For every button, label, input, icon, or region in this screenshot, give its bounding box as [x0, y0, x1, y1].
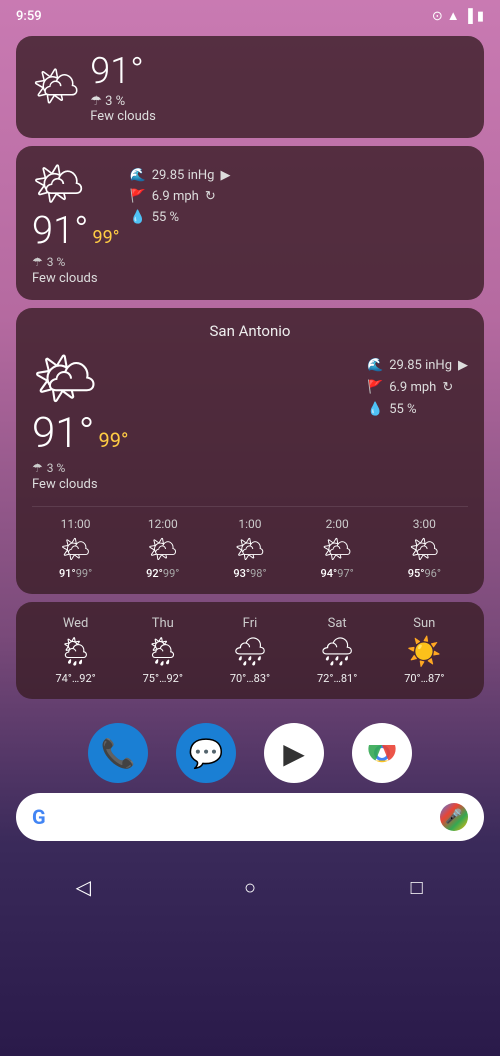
rain-medium: ☂3 %: [32, 255, 65, 269]
play-store-app[interactable]: ▶: [264, 723, 324, 783]
condition-small: Few clouds: [90, 109, 156, 124]
hour-time: 2:00: [326, 517, 349, 531]
status-icons: ⊙ ▲ ▐ ▮: [432, 8, 484, 24]
hour-item: 11:00 🌤 91°99°: [59, 517, 92, 580]
city-name: San Antonio: [32, 322, 468, 340]
weather-widget-medium[interactable]: 🌤 91° 99° ☂3 % Few clouds 🌊 29.85 inHg ▶…: [16, 146, 484, 300]
day-icon: 🌦: [58, 635, 94, 668]
hour-temps: 95°96°: [408, 567, 441, 580]
phone-app[interactable]: 📞: [88, 723, 148, 783]
day-item: Thu 🌦 75°…92°: [143, 616, 183, 685]
messages-app[interactable]: 💬: [176, 723, 236, 783]
day-item: Fri 🌧 70°…83°: [230, 616, 270, 685]
wifi-icon: ▲: [447, 8, 460, 24]
condition-medium: Few clouds: [32, 271, 98, 286]
day-icon: 🌧: [319, 635, 355, 668]
hour-item: 12:00 🌤 92°99°: [146, 517, 179, 580]
hour-temps: 93°98°: [233, 567, 266, 580]
google-logo: G: [32, 805, 46, 829]
hour-item: 3:00 🌤 95°96°: [408, 517, 441, 580]
hour-temps: 94°97°: [321, 567, 354, 580]
recents-button[interactable]: □: [397, 867, 437, 907]
day-label: Thu: [152, 616, 174, 631]
temp-medium: 91°: [32, 209, 89, 253]
day-item: Wed 🌦 74°…92°: [55, 616, 95, 685]
day-label: Sat: [328, 616, 347, 631]
weekly-forecast: Wed 🌦 74°…92° Thu 🌦 75°…92° Fri 🌧 70°…83…: [32, 616, 468, 685]
weather-widget-large[interactable]: San Antonio 🌤 91° 99° ☂3 % Few clouds 🌊 …: [16, 308, 484, 594]
hour-item: 1:00 🌤 93°98°: [233, 517, 266, 580]
day-label: Wed: [63, 616, 89, 631]
hour-time: 1:00: [238, 517, 261, 531]
weather-icon-small: 🌤: [32, 68, 80, 106]
temp-hi-medium: 99°: [93, 227, 120, 248]
day-label: Sun: [413, 616, 435, 631]
battery-icon: ▮: [477, 9, 484, 24]
day-temps: 72°…81°: [317, 672, 357, 685]
hourly-forecast: 11:00 🌤 91°99° 12:00 🌤 92°99° 1:00 🌤 93°…: [32, 506, 468, 580]
details-medium: 🌊 29.85 inHg ▶ 🚩 6.9 mph ↻ 💧 55 %: [130, 168, 469, 225]
condition-large: Few clouds: [32, 477, 98, 492]
temp-hi-large: 99°: [98, 428, 128, 452]
hour-icon: 🌤: [409, 535, 439, 563]
search-bar[interactable]: G 🎤: [16, 793, 484, 841]
day-label: Fri: [243, 616, 258, 631]
rain-large: ☂3 %: [32, 461, 65, 475]
day-temps: 75°…92°: [143, 672, 183, 685]
weather-icon-medium: 🌤: [32, 160, 85, 209]
day-icon: ☀️: [407, 635, 442, 668]
status-bar: 9:59 ⊙ ▲ ▐ ▮: [0, 0, 500, 28]
rain-small: ☂ 3 %: [90, 94, 156, 109]
day-icon: 🌧: [232, 635, 268, 668]
day-temps: 70°…87°: [404, 672, 444, 685]
day-item: Sun ☀️ 70°…87°: [404, 616, 444, 685]
hour-temps: 91°99°: [59, 567, 92, 580]
details-large: 🌊 29.85 inHg ▶ 🚩 6.9 mph ↻ 💧 55 %: [367, 358, 468, 417]
temp-large: 91°: [32, 409, 94, 458]
hour-icon: 🌤: [60, 535, 90, 563]
back-button[interactable]: ◁: [63, 867, 103, 907]
home-button[interactable]: ○: [230, 867, 270, 907]
weather-widget-small[interactable]: 🌤 91° ☂ 3 % Few clouds: [16, 36, 484, 138]
circle-icon: ⊙: [432, 9, 443, 24]
weather-icon-large: 🌤: [32, 348, 98, 409]
day-item: Sat 🌧 72°…81°: [317, 616, 357, 685]
day-temps: 70°…83°: [230, 672, 270, 685]
hour-icon: 🌤: [235, 535, 265, 563]
hour-icon: 🌤: [322, 535, 352, 563]
app-dock: 📞 💬 ▶: [0, 723, 500, 783]
navigation-bar: ◁ ○ □: [0, 851, 500, 915]
hour-temps: 92°99°: [146, 567, 179, 580]
chrome-app[interactable]: [352, 723, 412, 783]
mic-icon[interactable]: 🎤: [440, 803, 468, 831]
weather-widget-weekly[interactable]: Wed 🌦 74°…92° Thu 🌦 75°…92° Fri 🌧 70°…83…: [16, 602, 484, 699]
hour-icon: 🌤: [148, 535, 178, 563]
temp-small: 91°: [90, 50, 156, 92]
status-time: 9:59: [16, 9, 42, 24]
hour-time: 12:00: [148, 517, 178, 531]
signal-icon: ▐: [464, 8, 473, 24]
hour-time: 3:00: [413, 517, 436, 531]
hour-time: 11:00: [61, 517, 91, 531]
day-icon: 🌦: [145, 635, 181, 668]
hour-item: 2:00 🌤 94°97°: [321, 517, 354, 580]
day-temps: 74°…92°: [55, 672, 95, 685]
